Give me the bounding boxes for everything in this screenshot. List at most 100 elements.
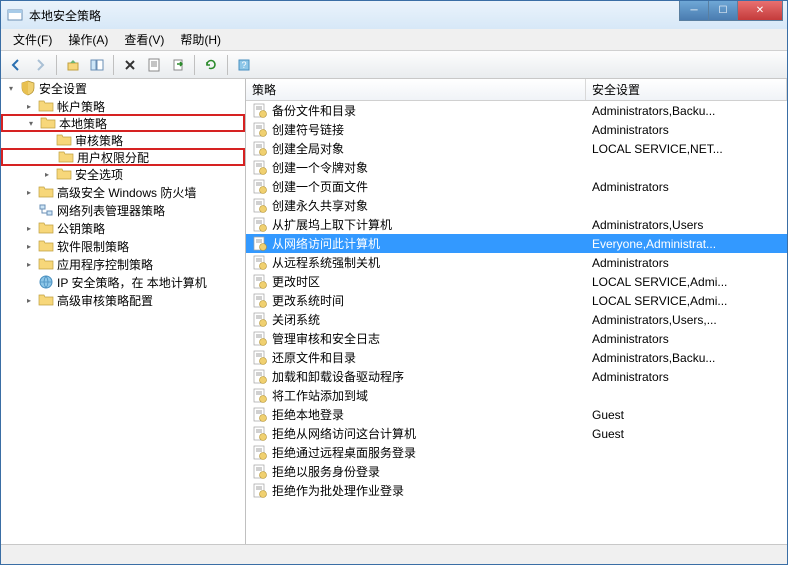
tree-node-local_policy[interactable]: ▾本地策略 <box>1 114 245 132</box>
expander-icon[interactable]: ▸ <box>23 222 35 234</box>
policy-row[interactable]: 创建全局对象LOCAL SERVICE,NET... <box>246 139 787 158</box>
policy-row[interactable]: 管理审核和安全日志Administrators <box>246 329 787 348</box>
policy-setting: Administrators <box>586 256 787 270</box>
refresh-button[interactable] <box>200 54 222 76</box>
properties-button[interactable] <box>143 54 165 76</box>
delete-button[interactable] <box>119 54 141 76</box>
policy-setting: LOCAL SERVICE,NET... <box>586 142 787 156</box>
policy-name: 关闭系统 <box>272 311 320 328</box>
policy-row[interactable]: 拒绝以服务身份登录 <box>246 462 787 481</box>
column-setting[interactable]: 安全设置 <box>586 79 787 100</box>
expander-icon[interactable]: ▸ <box>41 168 53 180</box>
policy-row[interactable]: 更改时区LOCAL SERVICE,Admi... <box>246 272 787 291</box>
menu-action[interactable]: 操作(A) <box>60 29 116 50</box>
policy-row[interactable]: 创建一个令牌对象 <box>246 158 787 177</box>
policy-name: 拒绝作为批处理作业登录 <box>272 482 404 499</box>
folder-icon <box>38 256 54 272</box>
folder-icon <box>56 166 72 182</box>
tree-node-firewall[interactable]: ▸ 高级安全 Windows 防火墙 <box>1 183 245 201</box>
policy-icon <box>252 407 268 423</box>
policy-icon <box>252 160 268 176</box>
maximize-button[interactable]: ☐ <box>708 1 738 21</box>
policy-name: 还原文件和目录 <box>272 349 356 366</box>
show-hide-tree-button[interactable] <box>86 54 108 76</box>
expander-icon[interactable]: ▾ <box>5 82 17 94</box>
help-button[interactable]: ? <box>233 54 255 76</box>
policy-row[interactable]: 拒绝作为批处理作业登录 <box>246 481 787 500</box>
policy-name: 更改系统时间 <box>272 292 344 309</box>
policy-row[interactable]: 创建一个页面文件Administrators <box>246 177 787 196</box>
policy-setting: LOCAL SERVICE,Admi... <box>586 275 787 289</box>
policy-row[interactable]: 将工作站添加到域 <box>246 386 787 405</box>
policy-name: 从扩展坞上取下计算机 <box>272 216 392 233</box>
list-scroll[interactable]: 策略 安全设置 备份文件和目录Administrators,Backu...创建… <box>246 79 787 544</box>
policy-icon <box>252 103 268 119</box>
policy-row[interactable]: 创建永久共享对象 <box>246 196 787 215</box>
policy-icon <box>252 445 268 461</box>
policy-name: 从网络访问此计算机 <box>272 235 380 252</box>
tree-node-adv_audit[interactable]: ▸高级审核策略配置 <box>1 291 245 309</box>
folder-icon <box>40 115 56 131</box>
up-button[interactable] <box>62 54 84 76</box>
policy-row[interactable]: 加载和卸载设备驱动程序Administrators <box>246 367 787 386</box>
back-button[interactable] <box>5 54 27 76</box>
policy-row[interactable]: 备份文件和目录Administrators,Backu... <box>246 101 787 120</box>
tree-node-root[interactable]: ▾安全设置 <box>1 79 245 97</box>
tree-node-label: 高级安全 Windows 防火墙 <box>57 184 196 201</box>
policy-setting: Administrators,Users <box>586 218 787 232</box>
expander-icon[interactable]: ▸ <box>23 258 35 270</box>
policy-row[interactable]: 更改系统时间LOCAL SERVICE,Admi... <box>246 291 787 310</box>
policy-name: 拒绝本地登录 <box>272 406 344 423</box>
menu-file[interactable]: 文件(F) <box>5 29 60 50</box>
folder-icon <box>56 132 72 148</box>
tree-node-security_options[interactable]: ▸安全选项 <box>1 165 245 183</box>
expander-icon[interactable]: ▸ <box>23 294 35 306</box>
expander-icon[interactable]: ▸ <box>23 186 35 198</box>
folder-icon <box>38 292 54 308</box>
policy-row[interactable]: 从远程系统强制关机Administrators <box>246 253 787 272</box>
tree-panel[interactable]: ▾安全设置▸帐户策略▾本地策略审核策略用户权限分配▸安全选项▸高级安全 Wind… <box>1 79 246 544</box>
expander-icon[interactable]: ▸ <box>23 240 35 252</box>
svg-text:?: ? <box>241 60 246 70</box>
separator <box>194 55 195 75</box>
expander-icon[interactable]: ▸ <box>23 100 35 112</box>
policy-setting: Everyone,Administrat... <box>586 237 787 251</box>
policy-name: 拒绝通过远程桌面服务登录 <box>272 444 416 461</box>
statusbar <box>1 544 787 564</box>
close-button[interactable]: ✕ <box>737 1 783 21</box>
tree-node-app_control[interactable]: ▸ 应用程序控制策略 <box>1 255 245 273</box>
tree-node-user_rights[interactable]: 用户权限分配 <box>1 148 245 166</box>
titlebar[interactable]: 本地安全策略 ─ ☐ ✕ <box>1 1 787 29</box>
policy-name: 备份文件和目录 <box>272 102 356 119</box>
policy-row[interactable]: 拒绝通过远程桌面服务登录 <box>246 443 787 462</box>
policy-row[interactable]: 关闭系统Administrators,Users,... <box>246 310 787 329</box>
minimize-button[interactable]: ─ <box>679 1 709 21</box>
forward-button[interactable] <box>29 54 51 76</box>
tree-node-audit_policy[interactable]: 审核策略 <box>1 131 245 149</box>
menu-help[interactable]: 帮助(H) <box>172 29 229 50</box>
tree-node-label: 应用程序控制策略 <box>57 256 153 273</box>
policy-name: 管理审核和安全日志 <box>272 330 380 347</box>
folder-icon <box>38 184 54 200</box>
policy-row[interactable]: 还原文件和目录Administrators,Backu... <box>246 348 787 367</box>
policy-row[interactable]: 从网络访问此计算机 Everyone,Administrat... <box>246 234 787 253</box>
export-button[interactable] <box>167 54 189 76</box>
tree-node-pubkey[interactable]: ▸公钥策略 <box>1 219 245 237</box>
policy-row[interactable]: 从扩展坞上取下计算机 Administrators,Users <box>246 215 787 234</box>
policy-row[interactable]: 拒绝从网络访问这台计算机Guest <box>246 424 787 443</box>
menu-view[interactable]: 查看(V) <box>116 29 172 50</box>
policy-icon <box>252 274 268 290</box>
expander-icon[interactable]: ▾ <box>25 117 37 129</box>
policy-row[interactable]: 创建符号链接Administrators <box>246 120 787 139</box>
policy-row[interactable]: 拒绝本地登录Guest <box>246 405 787 424</box>
tree-node-sw_restrict[interactable]: ▸ 软件限制策略 <box>1 237 245 255</box>
tree-node-label: 软件限制策略 <box>57 238 129 255</box>
column-policy[interactable]: 策略 <box>246 79 586 100</box>
folder-icon <box>38 98 54 114</box>
tree-node-account_policy[interactable]: ▸帐户策略 <box>1 97 245 115</box>
tree-node-netlist[interactable]: 网络列表管理器策略 <box>1 201 245 219</box>
policy-setting: Guest <box>586 427 787 441</box>
tree-node-ipsec[interactable]: IP 安全策略，在 本地计算机 <box>1 273 245 291</box>
policy-icon <box>252 255 268 271</box>
list-header: 策略 安全设置 <box>246 79 787 101</box>
